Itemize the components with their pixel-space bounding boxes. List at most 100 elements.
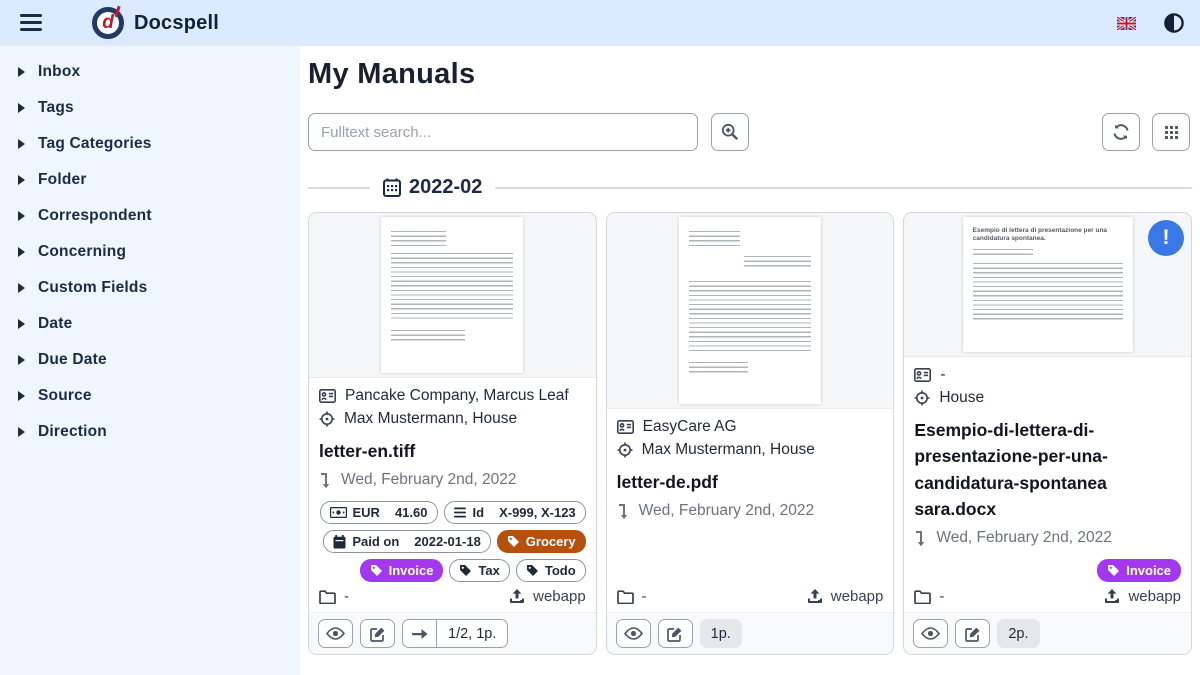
caret-right-icon (18, 67, 25, 77)
sidebar-item-direction[interactable]: Direction (0, 414, 300, 450)
thumbnail-heading: Esempio di lettera di presentazione per … (973, 227, 1123, 243)
tag-icon (1107, 564, 1120, 577)
arrow-right-icon (412, 628, 428, 640)
sidebar-item-concerning[interactable]: Concerning (0, 234, 300, 270)
page-count-label: 2p. (997, 619, 1039, 648)
tag-icon (459, 564, 472, 577)
main-content: My Manuals (300, 46, 1200, 675)
address-card-icon (914, 368, 931, 382)
arrow-down-icon (319, 472, 332, 489)
folder-value: - (617, 588, 647, 605)
custom-field-amount-badge: EUR41.60 (320, 501, 438, 524)
eye-icon (624, 627, 643, 640)
preview-button[interactable] (913, 619, 948, 648)
caret-right-icon (18, 427, 25, 437)
search-plus-icon (721, 123, 739, 141)
upload-icon (1104, 589, 1120, 604)
folder-value: - (914, 588, 944, 605)
sidebar-item-inbox[interactable]: Inbox (0, 54, 300, 90)
concerning-row: House (914, 389, 1181, 407)
tag-badge-invoice: Invoice (1097, 559, 1181, 582)
folder-value: - (319, 588, 349, 605)
source-value: webapp (1104, 588, 1181, 605)
tag-badge-tax: Tax (449, 559, 509, 582)
menu-icon[interactable] (14, 8, 48, 38)
item-date-row: Wed, February 2nd, 2022 (319, 471, 586, 489)
page-title: My Manuals (308, 58, 1192, 91)
preview-button[interactable] (616, 619, 651, 648)
edit-button[interactable] (360, 619, 395, 648)
sidebar-item-folder[interactable]: Folder (0, 162, 300, 198)
item-date-row: Wed, February 2nd, 2022 (914, 529, 1181, 547)
calendar-icon (383, 178, 401, 197)
correspondent-row: - (914, 366, 1181, 384)
month-separator: 2022-02 (308, 176, 1192, 199)
edit-icon (667, 626, 683, 642)
caret-right-icon (18, 247, 25, 257)
tag-badge-grocery: Grocery (497, 530, 586, 553)
eye-icon (921, 627, 940, 640)
source-value: webapp (509, 588, 586, 605)
crosshairs-icon (617, 442, 633, 458)
sidebar-item-custom-fields[interactable]: Custom Fields (0, 270, 300, 306)
caret-right-icon (18, 211, 25, 221)
correspondent-row: Pancake Company, Marcus Leaf (319, 387, 586, 405)
concerning-row: Max Mustermann, House (617, 441, 884, 459)
caret-right-icon (18, 391, 25, 401)
sidebar-item-tags[interactable]: Tags (0, 90, 300, 126)
preview-button[interactable] (318, 619, 353, 648)
upload-icon (509, 589, 525, 604)
tag-badge-todo: Todo (516, 559, 586, 582)
item-card-esempio-docx[interactable]: Esempio di lettera di presentazione per … (903, 212, 1192, 655)
correspondent-row: EasyCare AG (617, 418, 884, 436)
caret-right-icon (18, 355, 25, 365)
item-date-row: Wed, February 2nd, 2022 (617, 502, 884, 520)
arrow-down-icon (914, 530, 927, 547)
crosshairs-icon (319, 411, 335, 427)
sidebar-item-tag-categories[interactable]: Tag Categories (0, 126, 300, 162)
sidebar-item-source[interactable]: Source (0, 378, 300, 414)
sidebar-item-correspondent[interactable]: Correspondent (0, 198, 300, 234)
caret-right-icon (18, 103, 25, 113)
month-group-label: 2022-02 (409, 176, 482, 199)
sidebar: Inbox Tags Tag Categories Folder Corresp… (0, 46, 300, 675)
refresh-icon (1112, 123, 1130, 141)
custom-field-paid-badge: Paid on2022-01-18 (323, 530, 490, 553)
caret-right-icon (18, 319, 25, 329)
new-item-indicator: ! (1148, 220, 1184, 256)
docspell-logo[interactable]: d (92, 7, 124, 39)
tag-icon (526, 564, 539, 577)
edit-button[interactable] (955, 619, 990, 648)
refresh-button[interactable] (1102, 113, 1140, 151)
list-icon (454, 507, 467, 518)
tag-badge-invoice: Invoice (360, 559, 444, 582)
edit-icon (965, 626, 981, 642)
upload-icon (807, 589, 823, 604)
item-card-letter-de[interactable]: EasyCare AG Max Mustermann, House letter… (606, 212, 895, 655)
item-card-letter-en[interactable]: Pancake Company, Marcus Leaf Max Musterm… (308, 212, 597, 655)
grid-view-button[interactable] (1152, 113, 1190, 151)
item-title: Esempio-di-lettera-di-presentazione-per-… (914, 417, 1181, 522)
language-flag-icon[interactable] (1117, 17, 1136, 30)
sidebar-item-due-date[interactable]: Due Date (0, 342, 300, 378)
next-attachment-button[interactable] (402, 619, 437, 648)
sidebar-item-date[interactable]: Date (0, 306, 300, 342)
custom-field-id-badge: IdX-999, X-123 (444, 501, 586, 524)
fulltext-search-input[interactable] (308, 113, 698, 151)
folder-icon (914, 590, 931, 604)
edit-button[interactable] (658, 619, 693, 648)
search-button[interactable] (711, 113, 749, 151)
caret-right-icon (18, 139, 25, 149)
top-navbar: d Docspell (0, 0, 1200, 46)
folder-icon (319, 590, 336, 604)
money-bill-icon (330, 507, 347, 518)
grid-icon (1164, 125, 1178, 140)
tag-icon (370, 564, 383, 577)
address-card-icon (617, 420, 634, 434)
dark-mode-toggle-icon[interactable] (1164, 13, 1184, 33)
edit-icon (370, 626, 386, 642)
concerning-row: Max Mustermann, House (319, 410, 586, 428)
crosshairs-icon (914, 390, 930, 406)
folder-icon (617, 590, 634, 604)
page-count-label: 1p. (700, 619, 742, 648)
